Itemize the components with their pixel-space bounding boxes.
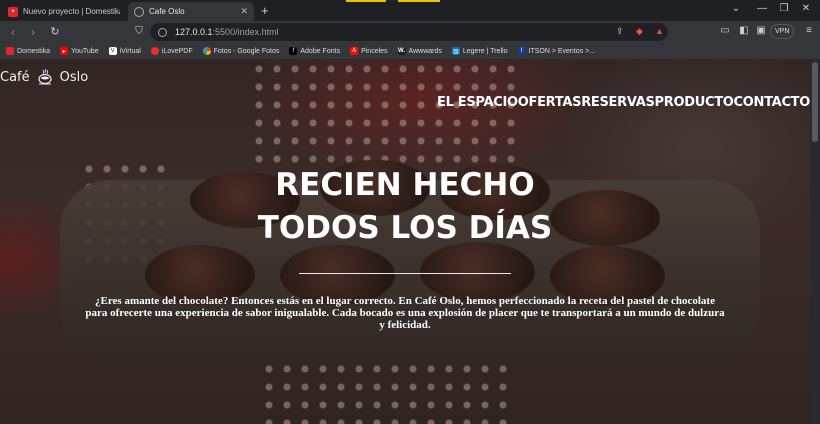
address-bar[interactable]: 127.0.0.1 :5500/index.html ⇪ ◆ ▲ bbox=[150, 23, 668, 41]
nav-link-ofertas[interactable]: OFERTAS bbox=[518, 95, 582, 110]
bookmark-label: Pinceles bbox=[361, 47, 388, 55]
hero-description: ¿Eres amante del chocolate? Entonces est… bbox=[85, 295, 725, 331]
main-nav: EL ESPACIO OFERTAS RESERVAS PRODUCTO CON… bbox=[437, 95, 810, 110]
bookmark-icon[interactable]: ⛉ bbox=[132, 25, 146, 39]
bookmark-label: iLovePDF bbox=[161, 47, 193, 55]
brand-text-left: Café bbox=[0, 69, 30, 85]
tab-search-icon[interactable]: ⌄ bbox=[726, 3, 746, 14]
url-path: :5500/index.html bbox=[212, 27, 279, 37]
bookmark-label: Legere | Trello bbox=[462, 47, 508, 55]
browser-toolbar: ‹ › ↻ ⛉ 127.0.0.1 :5500/index.html ⇪ ◆ ▲… bbox=[0, 21, 820, 43]
bookmark-google-photos[interactable]: Fotos - Google Fotos bbox=[202, 47, 280, 55]
trello-icon: ▥ bbox=[451, 47, 460, 55]
hero-title-line1: RECIEN HECHO bbox=[275, 167, 535, 203]
top-accent-strip bbox=[398, 0, 440, 2]
bookmark-trello[interactable]: ▥ Legere | Trello bbox=[451, 47, 508, 55]
menu-icon[interactable]: ≡ bbox=[802, 25, 816, 36]
page-scrollbar[interactable] bbox=[810, 60, 820, 424]
tab-domestika[interactable]: ▪ Nuevo proyecto | Domestika bbox=[2, 2, 126, 21]
scrollbar-thumb[interactable] bbox=[812, 62, 818, 142]
youtube-icon: ▸ bbox=[60, 47, 69, 55]
site-logo[interactable]: Café Oslo bbox=[0, 68, 88, 86]
bookmark-adobe-fonts[interactable]: f Adobe Fonts bbox=[289, 47, 340, 55]
bookmark-ivirtual[interactable]: V iVirtual bbox=[108, 47, 141, 55]
bookmark-label: Adobe Fonts bbox=[300, 47, 341, 55]
minimize-button[interactable]: — bbox=[752, 3, 772, 14]
domestika-icon: ▪ bbox=[8, 6, 18, 17]
sidebar-icon[interactable]: ▭ bbox=[718, 25, 732, 36]
maximize-button[interactable]: ❐ bbox=[774, 3, 794, 14]
bookmark-youtube[interactable]: ▸ YouTube bbox=[60, 47, 99, 55]
bookmark-label: Domestika bbox=[17, 47, 51, 55]
bookmark-label: iVirtual bbox=[119, 47, 141, 55]
browser-tab-strip: ▪ Nuevo proyecto | Domestika Cafe Oslo ✕… bbox=[0, 0, 820, 21]
bookmark-domestika[interactable]: Domestika bbox=[6, 47, 50, 55]
bookmark-ilovepdf[interactable]: iLovePDF bbox=[150, 47, 193, 55]
bookmark-pinceles[interactable]: A Pinceles bbox=[350, 47, 388, 55]
split-view-icon[interactable]: ◧ bbox=[737, 25, 751, 36]
bookmark-label: ITSON > Eventos >... bbox=[528, 47, 596, 55]
forward-button[interactable]: › bbox=[26, 25, 40, 39]
nav-link-el-espacio[interactable]: EL ESPACIO bbox=[437, 95, 518, 110]
wallet-icon[interactable]: ▣ bbox=[754, 25, 768, 36]
itson-icon: I bbox=[517, 47, 526, 55]
top-accent-strip bbox=[346, 0, 386, 2]
ilovepdf-icon bbox=[150, 47, 159, 55]
awwwards-icon: W. bbox=[397, 47, 406, 55]
url-host: 127.0.0.1 bbox=[175, 27, 213, 37]
domestika-icon bbox=[6, 47, 14, 55]
tab-title: Cafe Oslo bbox=[149, 7, 185, 16]
coffee-cup-icon bbox=[38, 68, 52, 85]
nav-link-contacto[interactable]: CONTACTO bbox=[734, 95, 810, 110]
new-tab-button[interactable]: + bbox=[261, 3, 269, 18]
back-button[interactable]: ‹ bbox=[6, 25, 20, 39]
bookmark-label: Fotos - Google Fotos bbox=[213, 47, 280, 55]
brave-shield-icon[interactable]: ◆ bbox=[636, 26, 643, 37]
nav-link-producto[interactable]: PRODUCTO bbox=[655, 95, 734, 110]
bookmark-label: Awwwards bbox=[408, 47, 442, 55]
brave-rewards-icon[interactable]: ▲ bbox=[655, 26, 664, 36]
hero-divider bbox=[299, 273, 511, 274]
google-photos-icon bbox=[202, 47, 211, 55]
ivirtual-icon: V bbox=[108, 47, 117, 55]
globe-icon bbox=[134, 6, 144, 17]
bookmark-itson[interactable]: I ITSON > Eventos >... bbox=[517, 47, 596, 55]
page-viewport: Café Oslo EL ESPACIO OFERTAS RESERVAS PR… bbox=[0, 60, 810, 424]
share-icon[interactable]: ⇪ bbox=[616, 26, 624, 37]
close-tab-icon[interactable]: ✕ bbox=[240, 6, 248, 17]
reload-button[interactable]: ↻ bbox=[48, 25, 62, 39]
brand-text-right: Oslo bbox=[59, 69, 89, 85]
hero-title-line2: TODOS LOS DÍAS bbox=[257, 210, 553, 246]
adobe-fonts-icon: f bbox=[289, 47, 298, 55]
bookmark-label: YouTube bbox=[71, 47, 99, 55]
tab-cafe-oslo[interactable]: Cafe Oslo ✕ bbox=[128, 2, 254, 21]
bookmark-awwwards[interactable]: W. Awwwards bbox=[397, 47, 442, 55]
nav-link-reservas[interactable]: RESERVAS bbox=[581, 95, 655, 110]
tab-title: Nuevo proyecto | Domestika bbox=[23, 7, 120, 16]
close-window-button[interactable]: ✕ bbox=[796, 3, 816, 14]
site-info-icon[interactable] bbox=[158, 27, 167, 37]
vpn-button[interactable]: VPN bbox=[770, 24, 795, 39]
bookmarks-bar: Domestika ▸ YouTube V iVirtual iLovePDF … bbox=[0, 43, 820, 60]
adobe-icon: A bbox=[350, 47, 359, 55]
vpn-label: VPN bbox=[775, 28, 790, 35]
